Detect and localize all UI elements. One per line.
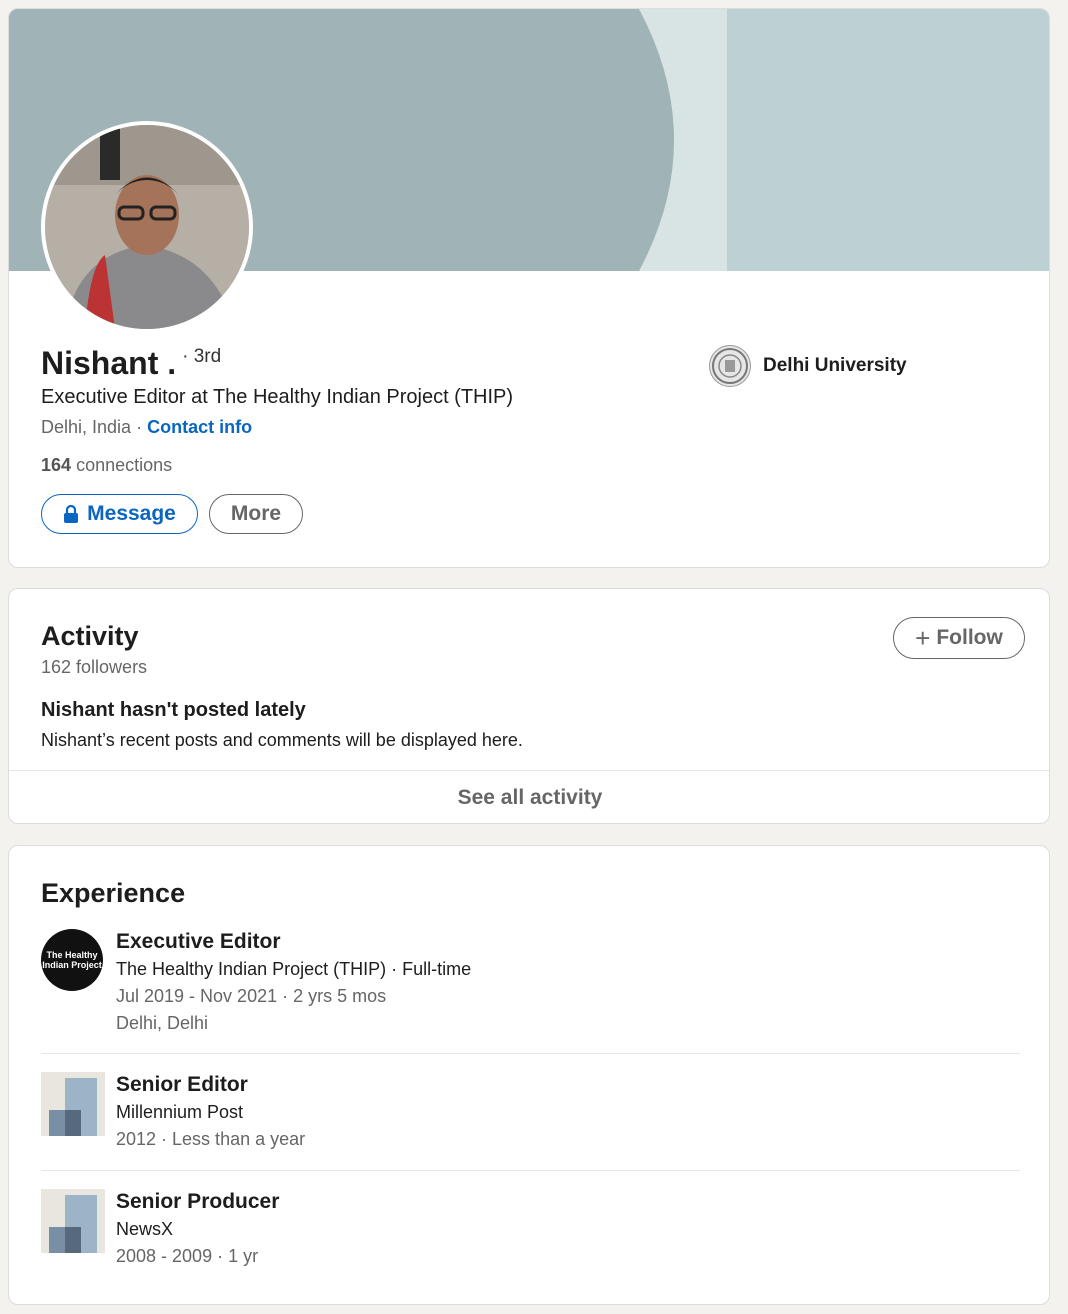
experience-dates: 2012 · Less than a year xyxy=(116,1129,306,1149)
education-link[interactable]: Delhi University xyxy=(709,345,907,387)
no-posts-subtitle: Nishant’s recent posts and comments will… xyxy=(41,730,523,750)
followers-count: 162 followers xyxy=(41,657,148,677)
university-logo-icon xyxy=(709,345,751,387)
experience-company: Millennium Post xyxy=(116,1102,244,1122)
experience-dates: 2008 - 2009 · 1 yr xyxy=(116,1246,259,1266)
activity-card: Activity 162 followers + Follow Nishant … xyxy=(8,588,1050,824)
no-posts-title: Nishant hasn't posted lately xyxy=(41,699,306,721)
experience-company: The Healthy Indian Project (THIP) · Full… xyxy=(116,959,472,979)
message-label: Message xyxy=(87,502,176,525)
more-button[interactable]: More xyxy=(209,494,303,534)
company-placeholder-icon[interactable] xyxy=(41,1189,105,1253)
experience-location: Delhi, Delhi xyxy=(116,1013,209,1033)
profile-top-card: Nishant . · 3rd Executive Editor at The … xyxy=(8,8,1050,568)
connections-label: connections xyxy=(76,455,173,475)
follow-button[interactable]: + Follow xyxy=(893,617,1025,659)
lock-icon xyxy=(64,505,79,523)
experience-title: Experience xyxy=(41,878,186,908)
see-all-activity-button[interactable]: See all activity xyxy=(9,770,1049,823)
experience-title-text: Senior Producer xyxy=(116,1190,280,1213)
message-button[interactable]: Message xyxy=(41,494,198,534)
connections-count[interactable]: 164 connections xyxy=(41,455,172,476)
plus-icon: + xyxy=(915,623,931,653)
divider xyxy=(41,1053,1020,1054)
divider xyxy=(41,1170,1020,1171)
education-name: Delhi University xyxy=(763,355,907,376)
profile-headline: Executive Editor at The Healthy Indian P… xyxy=(41,386,514,408)
profile-name: Nishant . xyxy=(41,345,177,381)
experience-card: Experience The Healthy Indian Project Ex… xyxy=(8,845,1050,1305)
experience-company: NewsX xyxy=(116,1219,174,1239)
experience-title-text: Senior Editor xyxy=(116,1073,248,1096)
experience-item: Senior Editor Millennium Post 2012 · Les… xyxy=(41,1072,1020,1149)
experience-dates: Jul 2019 - Nov 2021 · 2 yrs 5 mos xyxy=(116,986,387,1006)
profile-location: Delhi, India xyxy=(41,417,132,437)
thip-logo-text: The Healthy Indian Project xyxy=(41,929,103,991)
experience-item: The Healthy Indian Project Executive Edi… xyxy=(41,929,1020,1033)
profile-name-row: Nishant . · 3rd xyxy=(41,345,221,382)
experience-title-text: Executive Editor xyxy=(116,930,281,953)
profile-photo[interactable] xyxy=(41,121,253,333)
company-placeholder-icon[interactable] xyxy=(41,1072,105,1136)
follow-label: Follow xyxy=(936,626,1003,649)
company-logo-icon[interactable]: The Healthy Indian Project xyxy=(41,929,105,993)
separator-dot: · xyxy=(136,417,143,437)
location-row: Delhi, India · Contact info xyxy=(41,417,252,438)
activity-title: Activity xyxy=(41,621,139,651)
contact-info-link[interactable]: Contact info xyxy=(147,417,252,437)
experience-item: Senior Producer NewsX 2008 - 2009 · 1 yr xyxy=(41,1189,1020,1266)
connections-number: 164 xyxy=(41,455,72,475)
connection-degree: · 3rd xyxy=(182,346,222,367)
